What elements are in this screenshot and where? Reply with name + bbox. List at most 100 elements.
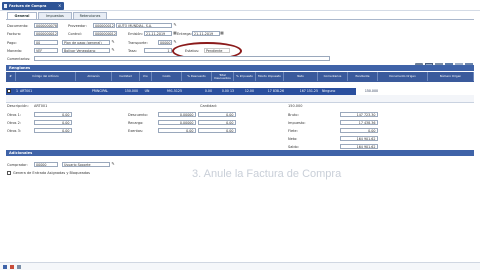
factura-label: Factura:	[7, 32, 22, 36]
transporte-label: Transporte:	[128, 41, 148, 45]
pago-code-field[interactable]: 00	[34, 40, 58, 45]
edit-pago-icon[interactable]: ✎	[111, 40, 115, 44]
pago-plan-field[interactable]: Plan de pago (general)	[62, 40, 110, 45]
status-bar	[0, 262, 480, 270]
emision-label: Emisión:	[128, 32, 143, 36]
cell-cantidad: 150.000	[124, 89, 138, 93]
tab-underline	[6, 19, 474, 20]
col-almacen[interactable]: Almacén	[76, 72, 112, 81]
moneda-label: Moneda:	[7, 49, 23, 53]
bruto-label: Bruto:	[288, 113, 299, 117]
col-cantidad[interactable]: Cantidad	[112, 72, 140, 81]
tasa-field[interactable]: 1	[144, 48, 172, 53]
renglones-columns-row: # Código del Artículo Almacén Cantidad U…	[6, 72, 474, 82]
col-neto[interactable]: Neto	[284, 72, 318, 81]
control-field[interactable]: 00000000123	[93, 31, 117, 36]
window-title-bar	[0, 0, 480, 11]
col-documento-origen[interactable]: Documento Origen	[378, 72, 428, 81]
pago-label: Pago:	[7, 41, 17, 45]
col-numero-origen[interactable]: Número Origen	[428, 72, 474, 81]
exentos-label: Exentos:	[128, 129, 144, 133]
moneda-name-field[interactable]: Bolívar Venezolano	[62, 48, 110, 53]
edit-transporte-icon[interactable]: ✎	[173, 40, 177, 44]
col-codigo[interactable]: Código del Artículo	[16, 72, 76, 81]
col-pct-descuento[interactable]: % Descuento	[182, 72, 212, 81]
col-monto-impuesto[interactable]: Monto Impuesto	[256, 72, 284, 81]
flete-label: Flete:	[288, 129, 298, 133]
neto-field: 164 901.62	[340, 136, 378, 141]
desktop-icon[interactable]	[17, 265, 21, 269]
bruto-field: 147 723.30	[340, 112, 378, 117]
tab-general[interactable]: General	[7, 12, 37, 19]
col-pendiente[interactable]: Pendiente	[348, 72, 378, 81]
saldo-field: 164 901.62	[340, 144, 378, 149]
descuento-pct-field[interactable]: 0.00000	[158, 112, 196, 117]
saldo-label: Saldo:	[288, 145, 299, 149]
edit-comprador-icon[interactable]: ✎	[111, 162, 115, 166]
calendar-icon[interactable]: ▦	[220, 31, 224, 35]
proveedor-code-field[interactable]: 00000001234	[93, 23, 115, 28]
exentos-field[interactable]: 0.00	[158, 128, 196, 133]
cell-comentarios: Ninguno	[322, 89, 336, 93]
close-icon[interactable]: ×	[58, 2, 61, 10]
proveedor-name-field[interactable]: AUTO MUNDIAL, S.A.	[116, 23, 172, 28]
tutorial-caption: 3. Anule la Factura de Compra	[192, 168, 342, 180]
cell-pct-impuesto: 12.00	[244, 89, 254, 93]
cell-total-descuentos: 0.00 13	[221, 89, 234, 93]
app-icon[interactable]	[10, 265, 14, 269]
col-total-descuentos[interactable]: Total Descuentos	[212, 72, 234, 81]
otros2-field[interactable]: 0.00	[34, 120, 72, 125]
tab-impuestos[interactable]: Impuestos	[38, 12, 72, 19]
edit-proveedor-icon[interactable]: ✎	[173, 23, 177, 27]
otros1-field[interactable]: 0.00	[34, 112, 72, 117]
recargo-pct-field[interactable]: 0.00000	[158, 120, 196, 125]
comprador-code-field[interactable]: 00000	[34, 162, 58, 167]
asignadas-checkbox-label: Genera de Entrada Asignadas y Bloqueadas	[13, 171, 90, 175]
edit-moneda-icon[interactable]: ✎	[111, 48, 115, 52]
table-row[interactable]: 1 ART001 PRINCIPAL 150.000 UN 991.5125 0…	[6, 88, 378, 95]
windows-icon[interactable]	[3, 265, 7, 269]
descuento-label: Descuento:	[128, 113, 148, 117]
recargo-amount-field[interactable]: 0.00	[198, 120, 236, 125]
documento-label: Documento:	[7, 24, 29, 28]
moneda-code-field[interactable]: VEF	[34, 48, 58, 53]
comprador-label: Comprador:	[7, 163, 28, 167]
tab-retenciones[interactable]: Retenciones	[73, 12, 107, 19]
row-checkbox[interactable]	[7, 89, 11, 93]
otros3-field[interactable]: 0.00	[34, 128, 72, 133]
entrega-label: Entrega:	[177, 32, 192, 36]
recargo-label: Recargo:	[128, 121, 144, 125]
flete-field[interactable]: 0.00	[340, 128, 378, 133]
cantidad-value: 150.000	[288, 104, 303, 108]
emision-date-field[interactable]: 21-11-2019	[144, 31, 172, 36]
table-body	[6, 95, 474, 103]
col-num[interactable]: #	[6, 72, 16, 81]
renglones-header: Renglones	[6, 65, 474, 71]
cell-monto-impuesto: 17 838.26	[267, 89, 284, 93]
cell-pct-descuento: 0.00	[204, 89, 212, 93]
factura-field[interactable]: 00000000123	[34, 31, 58, 36]
comentarios-field[interactable]	[34, 56, 330, 61]
col-pct-impuesto[interactable]: % Impuesto	[234, 72, 256, 81]
proveedor-label: Proveedor:	[68, 24, 87, 28]
impuesto-label: Impuesto:	[288, 121, 306, 125]
cell-codigo: ART001	[20, 89, 33, 93]
entrega-date-field[interactable]: 21-11-2019	[192, 31, 220, 36]
document-tab[interactable]: Factura de Compra ×	[2, 2, 64, 10]
otros1-label: Otros 1:	[7, 113, 21, 117]
cell-almacen: PRINCIPAL	[91, 89, 109, 93]
cell-pendiente: 150.000	[364, 89, 378, 93]
col-uni[interactable]: Uni.	[140, 72, 152, 81]
descuento-amount-field[interactable]: 0.00	[198, 112, 236, 117]
document-icon	[4, 4, 7, 8]
cell-uni: UN	[144, 89, 150, 93]
exentos-amount-field[interactable]: 0.00	[198, 128, 236, 133]
cell-neto: 167 151.25	[299, 89, 318, 93]
cantidad-label: Cantidad:	[200, 104, 217, 108]
comprador-name-field[interactable]: Usuario Soporte	[62, 162, 110, 167]
documento-field[interactable]: 00000000786	[34, 23, 58, 28]
transporte-field[interactable]: 00000	[158, 40, 172, 45]
col-costo[interactable]: Costo	[152, 72, 182, 81]
asignadas-checkbox[interactable]	[7, 171, 11, 175]
col-comentarios[interactable]: Comentarios	[318, 72, 348, 81]
